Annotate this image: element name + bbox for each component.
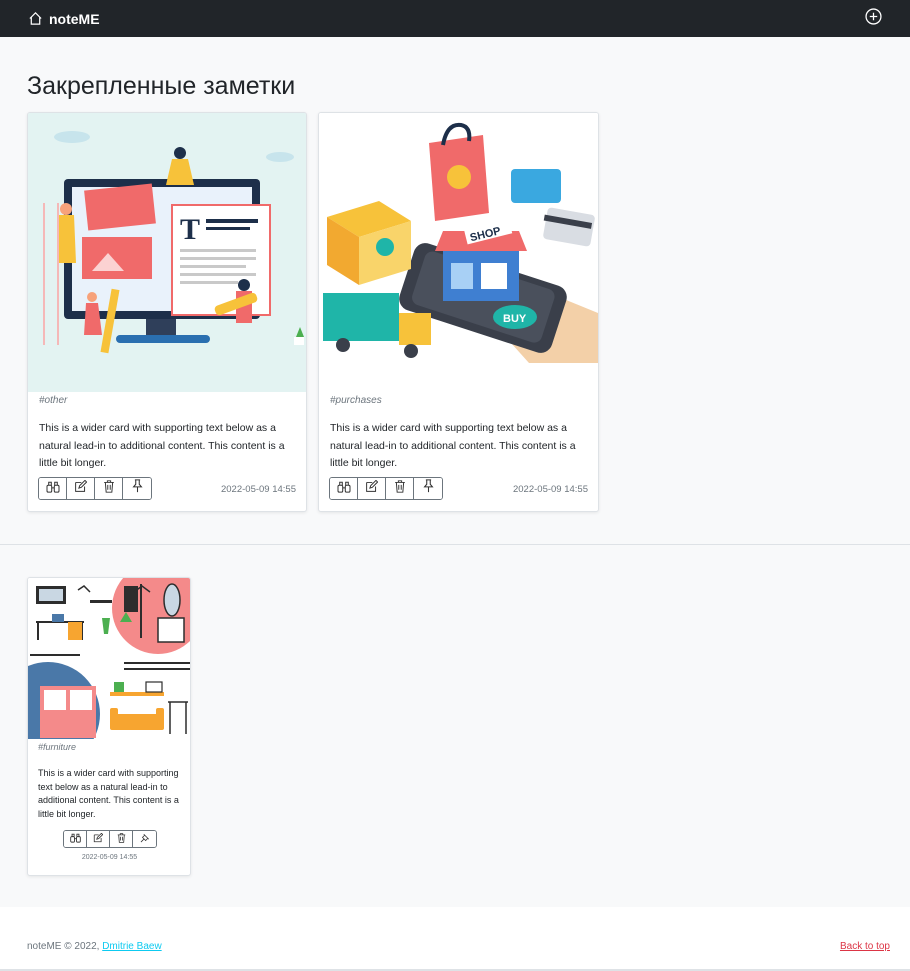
edit-button[interactable] [358,478,386,499]
brand-link[interactable]: noteME [28,11,100,27]
home-icon [28,11,43,26]
brand-name: noteME [49,10,100,27]
note-card: SHOP BUY #purchases This is a wider card… [318,112,599,512]
navbar: noteME [0,0,910,37]
card-actions [38,477,152,500]
delete-button[interactable] [386,478,414,499]
plus-circle-icon [864,7,882,30]
back-to-top-link[interactable]: Back to top [840,941,890,952]
footer: noteME © 2022, Dmitrie Baew Back to top [0,907,910,971]
view-button[interactable] [330,478,358,499]
card-date: 2022-05-09 14:55 [512,484,588,495]
pin-button[interactable] [414,478,442,499]
card-date: 2022-05-09 14:55 [81,854,138,861]
section-divider [0,544,910,545]
trash-icon [117,831,126,847]
card-date: 2022-05-09 14:55 [220,484,296,495]
card-actions [329,477,443,500]
note-card: #furniture This is a wider card with sup… [27,577,191,876]
card-tag: #other [39,395,68,406]
trash-icon [103,479,115,498]
card-tag: #purchases [330,395,382,406]
card-image: T [28,113,306,392]
note-card: T #other This is a wider card with suppo… [27,112,307,512]
binoculars-icon [336,480,351,498]
copyright: noteME © 2022, Dmitrie Baew [27,941,162,952]
pin-icon [140,831,150,847]
delete-button[interactable] [95,478,123,499]
svg-text:T: T [180,213,200,246]
edit-icon [365,479,379,498]
view-button[interactable] [39,478,67,499]
add-note-button[interactable] [864,7,882,30]
view-button[interactable] [64,831,87,847]
copyright-text: noteME © 2022, [27,941,100,952]
card-actions [63,830,157,848]
pinned-notes-title: Закрепленные заметки [27,72,296,100]
pin-button[interactable] [123,478,151,499]
pin-icon [131,479,143,498]
binoculars-icon [69,831,81,847]
delete-button[interactable] [110,831,133,847]
card-text: This is a wider card with supporting tex… [330,422,576,469]
card-text: This is a wider card with supporting tex… [39,422,285,469]
edit-icon [93,831,104,847]
card-text: This is a wider card with supporting tex… [38,768,179,819]
pin-button[interactable] [133,831,156,847]
svg-text:BUY: BUY [503,313,527,325]
binoculars-icon [45,480,60,498]
card-image: SHOP BUY [319,113,598,392]
trash-icon [394,479,406,498]
edit-button[interactable] [87,831,110,847]
edit-icon [74,479,88,498]
edit-button[interactable] [67,478,95,499]
card-tag: #furniture [38,742,77,752]
card-image [28,578,190,739]
author-link[interactable]: Dmitrie Baew [102,941,161,952]
pin-icon [422,479,434,498]
